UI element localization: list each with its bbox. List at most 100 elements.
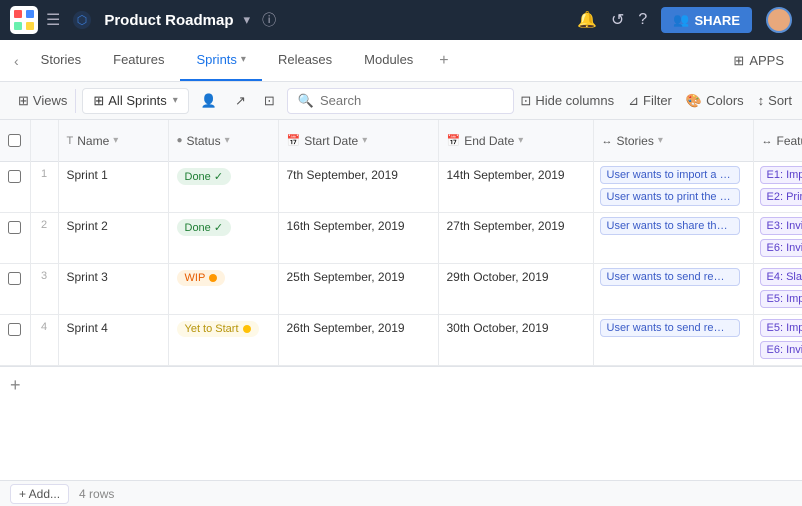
feature-chip[interactable]: E6: Invite user from domain	[760, 341, 802, 359]
apps-label: APPS	[749, 53, 784, 68]
views-button[interactable]: ⊞ Views	[10, 89, 76, 113]
row-start-date: 7th September, 2019	[278, 162, 438, 213]
feature-chip[interactable]: E5: Import from Google She...	[760, 290, 802, 308]
feature-chip[interactable]: E3: Invite user with permissi...	[760, 217, 802, 235]
apps-button[interactable]: ⊞ APPS	[723, 40, 794, 81]
search-box[interactable]: 🔍	[287, 88, 515, 114]
row-status[interactable]: Yet to Start	[168, 315, 278, 366]
select-all-checkbox[interactable]	[8, 134, 21, 147]
user-avatar[interactable]	[766, 7, 792, 33]
row-stories[interactable]: User wants to send remin...	[593, 264, 753, 315]
name-col-label: Name	[77, 134, 109, 148]
col-features-header[interactable]: ↔ Features ▾	[753, 120, 802, 162]
stories-sort-icon[interactable]: ▾	[658, 135, 663, 146]
history-icon[interactable]: ↺	[611, 10, 624, 30]
row-checkbox[interactable]	[8, 170, 21, 183]
row-number: 3	[30, 264, 58, 315]
tab-stories[interactable]: Stories	[25, 40, 97, 81]
share-button[interactable]: 👥 SHARE	[661, 7, 752, 33]
share-view-icon: ↗	[235, 93, 246, 109]
feature-chip[interactable]: E2: Print Preview	[760, 188, 802, 206]
feature-chip[interactable]: E5: Import from Google She...	[760, 319, 802, 337]
row-features[interactable]: E1: Import from CSV E2: Print Preview	[753, 162, 802, 213]
title-chevron-icon[interactable]: ▾	[244, 12, 251, 28]
camera-button[interactable]: ⊡	[258, 89, 281, 113]
row-stories[interactable]: User wants to send remin...	[593, 315, 753, 366]
row-checkbox[interactable]	[8, 272, 21, 285]
start-cal-icon: 📅	[287, 134, 301, 147]
status-sort-icon[interactable]: ▾	[225, 135, 230, 146]
col-start-header[interactable]: 📅 Start Date ▾	[278, 120, 438, 162]
share-view-button[interactable]: ↗	[229, 89, 252, 113]
colors-button[interactable]: 🎨 Colors	[686, 93, 744, 109]
add-tab-button[interactable]: +	[429, 40, 458, 81]
col-stories-header[interactable]: ↔ Stories ▾	[593, 120, 753, 162]
row-checkbox[interactable]	[8, 323, 21, 336]
story-chip[interactable]: User wants to share the st...	[600, 217, 740, 235]
row-features[interactable]: E3: Invite user with permissi... E6: Invi…	[753, 213, 802, 264]
story-chip[interactable]: User wants to send remin...	[600, 268, 740, 286]
all-sprints-button[interactable]: ⊞ All Sprints ▾	[82, 88, 188, 114]
name-sort-icon[interactable]: ▾	[113, 135, 118, 146]
row-status[interactable]: Done ✓	[168, 162, 278, 213]
group-button[interactable]: 👤	[195, 89, 223, 113]
help-icon[interactable]: ?	[638, 11, 647, 29]
feature-chip[interactable]: E4: Slack Integrations	[760, 268, 802, 286]
table-row: 3Sprint 3WIP 25th September, 201929th Oc…	[0, 264, 802, 315]
notification-icon[interactable]: 🔔	[577, 10, 597, 30]
tab-sprints[interactable]: Sprints ▾	[180, 40, 262, 81]
row-status[interactable]: WIP	[168, 264, 278, 315]
stories-col-label: Stories	[617, 134, 654, 148]
camera-icon: ⊡	[264, 93, 275, 109]
row-stories[interactable]: User wants to share the st...	[593, 213, 753, 264]
filter-button[interactable]: ⊿ Filter	[628, 93, 672, 109]
add-row-button[interactable]: +	[10, 375, 21, 396]
end-sort-icon[interactable]: ▾	[518, 135, 523, 146]
story-chip[interactable]: User wants to import a spr...	[600, 166, 740, 184]
tab-features[interactable]: Features	[97, 40, 180, 81]
feature-chip[interactable]: E6: Invite user from domain	[760, 239, 802, 257]
row-name[interactable]: Sprint 4	[58, 315, 168, 366]
row-start-date: 16th September, 2019	[278, 213, 438, 264]
stories-link-icon: ↔	[602, 135, 613, 147]
row-name[interactable]: Sprint 2	[58, 213, 168, 264]
col-row-num	[30, 120, 58, 162]
feature-chip[interactable]: E1: Import from CSV	[760, 166, 802, 184]
row-number: 4	[30, 315, 58, 366]
row-status[interactable]: Done ✓	[168, 213, 278, 264]
topbar-app-icon: ⬡	[72, 10, 92, 30]
col-name-header[interactable]: T Name ▾	[58, 120, 168, 162]
col-status-header[interactable]: ● Status ▾	[168, 120, 278, 162]
status-badge: WIP	[177, 270, 226, 286]
info-icon[interactable]: ⓘ	[262, 10, 276, 30]
row-stories[interactable]: User wants to import a spr... User wants …	[593, 162, 753, 213]
views-grid-icon: ⊞	[18, 93, 29, 109]
toolbar-right: ⊡ Hide columns ⊿ Filter 🎨 Colors ↕ Sort	[520, 93, 792, 109]
row-end-date: 27th September, 2019	[438, 213, 593, 264]
start-sort-icon[interactable]: ▾	[362, 135, 367, 146]
hamburger-icon[interactable]: ☰	[46, 10, 60, 30]
status-col-label: Status	[187, 134, 221, 148]
name-type-icon: T	[67, 135, 74, 147]
add-button[interactable]: + Add...	[10, 484, 69, 504]
tab-scroll-left[interactable]: ‹	[8, 40, 25, 81]
colors-label: Colors	[706, 93, 744, 108]
row-name[interactable]: Sprint 3	[58, 264, 168, 315]
row-checkbox[interactable]	[8, 221, 21, 234]
tab-releases[interactable]: Releases	[262, 40, 348, 81]
story-chip[interactable]: User wants to print the lay...	[600, 188, 740, 206]
toolbar: ⊞ Views ⊞ All Sprints ▾ 👤 ↗ ⊡ 🔍 ⊡ Hide c…	[0, 82, 802, 120]
apps-grid-icon: ⊞	[733, 53, 744, 69]
col-end-header[interactable]: 📅 End Date ▾	[438, 120, 593, 162]
search-input[interactable]	[320, 93, 503, 108]
tab-modules[interactable]: Modules	[348, 40, 429, 81]
hide-columns-button[interactable]: ⊡ Hide columns	[520, 93, 614, 109]
footer-add-label: + Add...	[19, 487, 60, 501]
sort-button[interactable]: ↕ Sort	[758, 93, 792, 108]
row-features[interactable]: E5: Import from Google She... E6: Invite …	[753, 315, 802, 366]
status-dot-icon: ●	[177, 135, 183, 146]
story-chip[interactable]: User wants to send remin...	[600, 319, 740, 337]
row-features[interactable]: E4: Slack Integrations E5: Import from Go…	[753, 264, 802, 315]
share-label: SHARE	[694, 13, 740, 28]
row-name[interactable]: Sprint 1	[58, 162, 168, 213]
